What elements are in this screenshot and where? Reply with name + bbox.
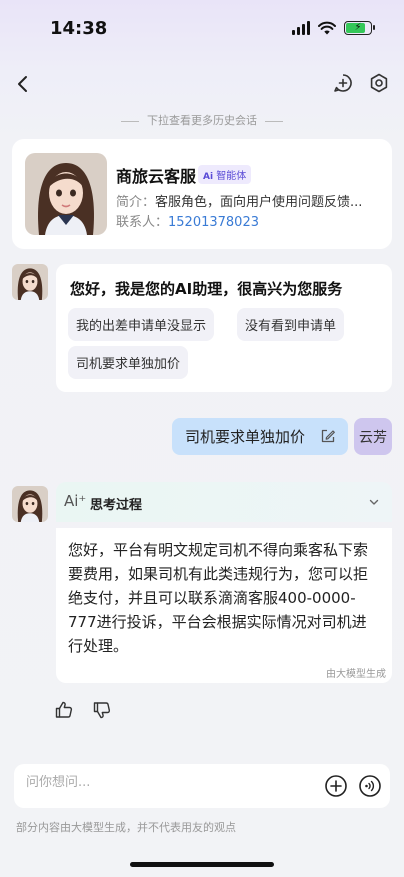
chat-input[interactable] bbox=[26, 775, 306, 790]
chevron-down-icon[interactable] bbox=[368, 496, 380, 508]
battery-icon: ⚡ bbox=[344, 21, 375, 35]
history-hint: 下拉查看更多历史会话 bbox=[0, 112, 404, 128]
nav-bar bbox=[0, 64, 404, 104]
intro-value: 客服角色，面向用户使用问题反馈... bbox=[155, 195, 363, 210]
generated-note: 由大模型生成 bbox=[326, 669, 386, 680]
feedback-actions bbox=[54, 700, 112, 720]
home-indicator bbox=[130, 862, 274, 867]
ai-agent-badge: Ai 智能体 bbox=[198, 165, 252, 184]
intro-key: 简介： bbox=[116, 195, 156, 210]
contact-phone[interactable]: 15201378023 bbox=[168, 215, 259, 230]
contact-key: 联系人： bbox=[116, 215, 169, 230]
suggestion-chip[interactable]: 我的出差申请单没显示 bbox=[68, 308, 215, 341]
user-message-text: 司机要求单独加价 bbox=[185, 428, 306, 446]
signal-icon bbox=[292, 21, 310, 35]
avatar bbox=[25, 153, 107, 235]
thinking-label: 思考过程 bbox=[90, 498, 143, 513]
ai-sparkle-icon: Ai⁺ bbox=[64, 492, 87, 510]
assistant-avatar bbox=[12, 264, 48, 300]
plus-icon[interactable] bbox=[324, 774, 348, 798]
profile-name: 商旅云客服 bbox=[116, 167, 197, 186]
suggestion-chip[interactable]: 没有看到申请单 bbox=[237, 308, 345, 341]
chat-input-bar bbox=[14, 764, 390, 808]
voice-icon[interactable] bbox=[358, 774, 382, 798]
add-chat-icon[interactable] bbox=[332, 72, 354, 94]
answer-text: 您好，平台有明文规定司机不得向乘客私下索要费用，如果司机有此类违规行为，您可以拒… bbox=[68, 541, 369, 655]
status-icons: ⚡ bbox=[292, 21, 375, 35]
user-message-bubble[interactable]: 司机要求单独加价 bbox=[172, 418, 348, 455]
thumbs-up-icon[interactable] bbox=[54, 700, 74, 720]
profile-intro: 简介：客服角色，面向用户使用问题反馈... bbox=[116, 191, 386, 210]
ai-badge-icon: Ai bbox=[203, 172, 214, 182]
history-hint-text: 下拉查看更多历史会话 bbox=[147, 114, 257, 127]
profile-card: 商旅云客服 Ai 智能体 简介：客服角色，面向用户使用问题反馈... 联系人：1… bbox=[12, 139, 392, 249]
assistant-avatar bbox=[12, 486, 48, 522]
thinking-process-toggle[interactable]: Ai⁺ 思考过程 bbox=[56, 482, 392, 522]
status-bar: 14:38 ⚡ bbox=[0, 0, 404, 56]
back-icon[interactable] bbox=[10, 70, 38, 98]
suggestion-chip[interactable]: 司机要求单独加价 bbox=[68, 346, 189, 379]
wifi-icon bbox=[318, 21, 336, 35]
thumbs-down-icon[interactable] bbox=[92, 700, 112, 720]
greeting-bubble: 您好，我是您的AI助理，很高兴为您服务 我的出差申请单没显示 没有看到申请单 司… bbox=[56, 264, 392, 392]
settings-icon[interactable] bbox=[368, 72, 390, 94]
answer-bubble: 您好，平台有明文规定司机不得向乘客私下索要费用，如果司机有此类违规行为，您可以拒… bbox=[56, 528, 392, 683]
user-name-tag: 云芳 bbox=[354, 418, 392, 455]
greeting-text: 您好，我是您的AI助理，很高兴为您服务 bbox=[70, 280, 343, 298]
ai-badge-label: 智能体 bbox=[216, 171, 247, 182]
disclaimer-text: 部分内容由大模型生成，并不代表用友的观点 bbox=[16, 821, 236, 834]
edit-icon[interactable] bbox=[320, 428, 336, 444]
profile-contact: 联系人：15201378023 bbox=[116, 211, 259, 230]
status-time: 14:38 bbox=[50, 18, 108, 39]
